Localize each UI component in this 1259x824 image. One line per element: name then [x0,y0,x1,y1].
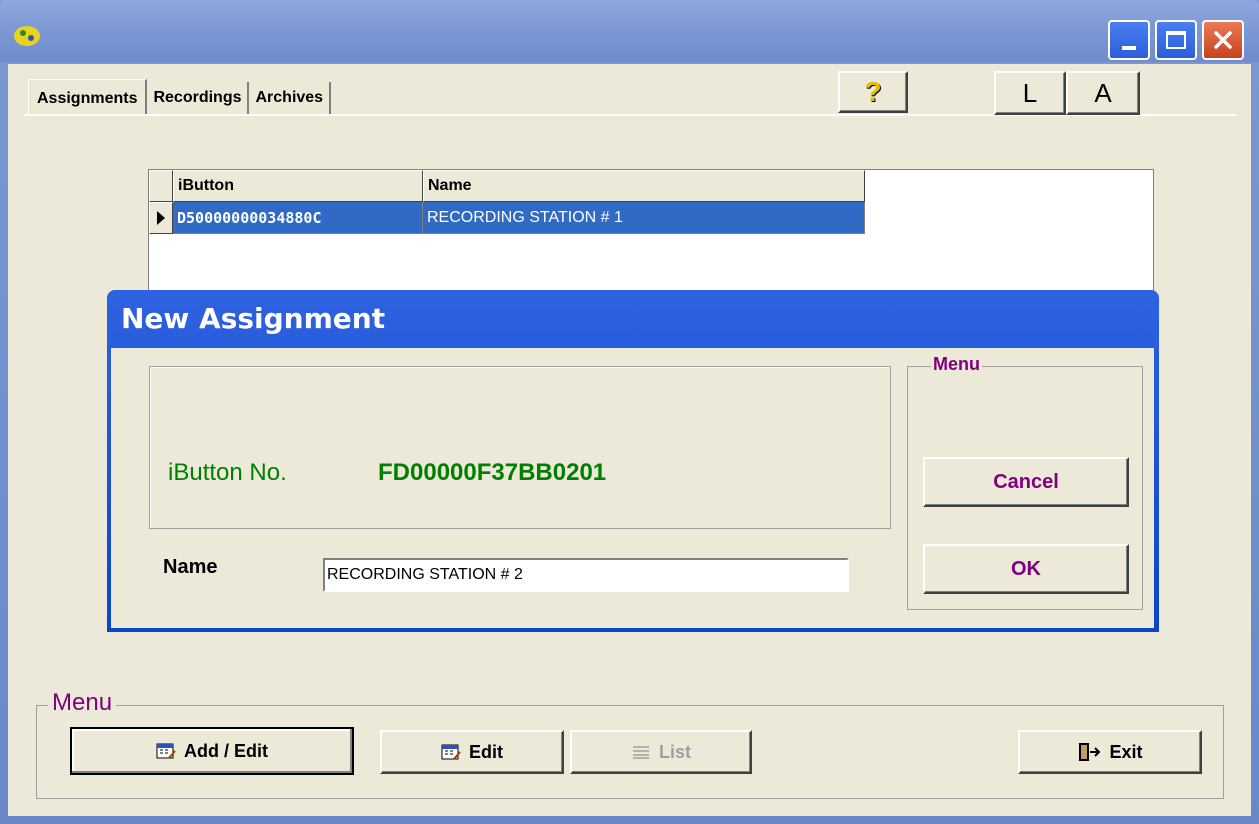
calendar-edit-icon [156,743,176,759]
column-header-name[interactable]: Name [423,170,865,202]
tab-archives[interactable]: Archives [249,82,332,114]
grid-header: iButton Name [149,170,865,202]
l-button[interactable]: L [994,71,1066,115]
exit-door-icon [1079,743,1101,761]
ibutton-no-value: FD00000F37BB0201 [378,459,607,486]
menu-label: Menu [48,689,117,717]
exit-label: Exit [1109,741,1143,762]
question-mark-icon: ? [864,76,882,107]
dialog-menu-label: Menu [931,354,982,375]
row-pointer-icon [157,211,165,225]
close-button[interactable] [1202,20,1244,60]
cancel-button[interactable]: Cancel [923,457,1129,507]
cell-name[interactable]: RECORDING STATION # 1 [423,202,865,234]
exit-button[interactable]: Exit [1018,730,1202,774]
name-field[interactable]: RECORDING STATION # 2 [323,558,849,592]
list-label: List [658,741,691,762]
cell-ibutton[interactable]: D50000000034880C [173,202,423,234]
row-indicator [149,202,173,234]
list-icon [632,746,649,759]
minimize-button[interactable] [1108,20,1150,60]
close-icon [1214,31,1232,49]
column-header-ibutton[interactable]: iButton [173,170,423,202]
assignments-grid[interactable]: iButton Name D50000000034880C RECORDING … [148,169,1154,299]
minimize-icon [1122,46,1136,50]
tab-assignments[interactable]: Assignments [28,79,148,115]
dialog-title: New Assignment [121,302,386,335]
edit-button[interactable]: Edit [380,730,564,774]
title-bar[interactable] [0,0,1259,62]
maximize-icon [1166,31,1186,49]
edit-label: Edit [469,741,503,762]
tab-strip: Assignments Recordings Archives [28,79,332,116]
help-button[interactable]: ? [838,71,908,113]
new-assignment-dialog: New Assignment iButton No. FD00000F37BB0… [107,290,1159,632]
app-icon [14,26,40,46]
ibutton-info-box: iButton No. FD00000F37BB0201 [149,366,891,529]
dialog-body: iButton No. FD00000F37BB0201 Name RECORD… [111,348,1154,628]
table-row[interactable]: D50000000034880C RECORDING STATION # 1 [149,202,865,234]
ibutton-no-label: iButton No. [168,459,287,486]
maximize-button[interactable] [1155,20,1197,60]
add-edit-button[interactable]: Add / Edit [70,727,354,775]
calendar-edit-icon [441,744,461,760]
tab-recordings[interactable]: Recordings [147,82,250,114]
add-edit-label: Add / Edit [184,740,268,761]
grid-corner [149,170,173,202]
a-button[interactable]: A [1066,71,1140,115]
name-label: Name [163,556,218,578]
list-button[interactable]: List [570,730,752,774]
ok-button[interactable]: OK [923,544,1129,594]
